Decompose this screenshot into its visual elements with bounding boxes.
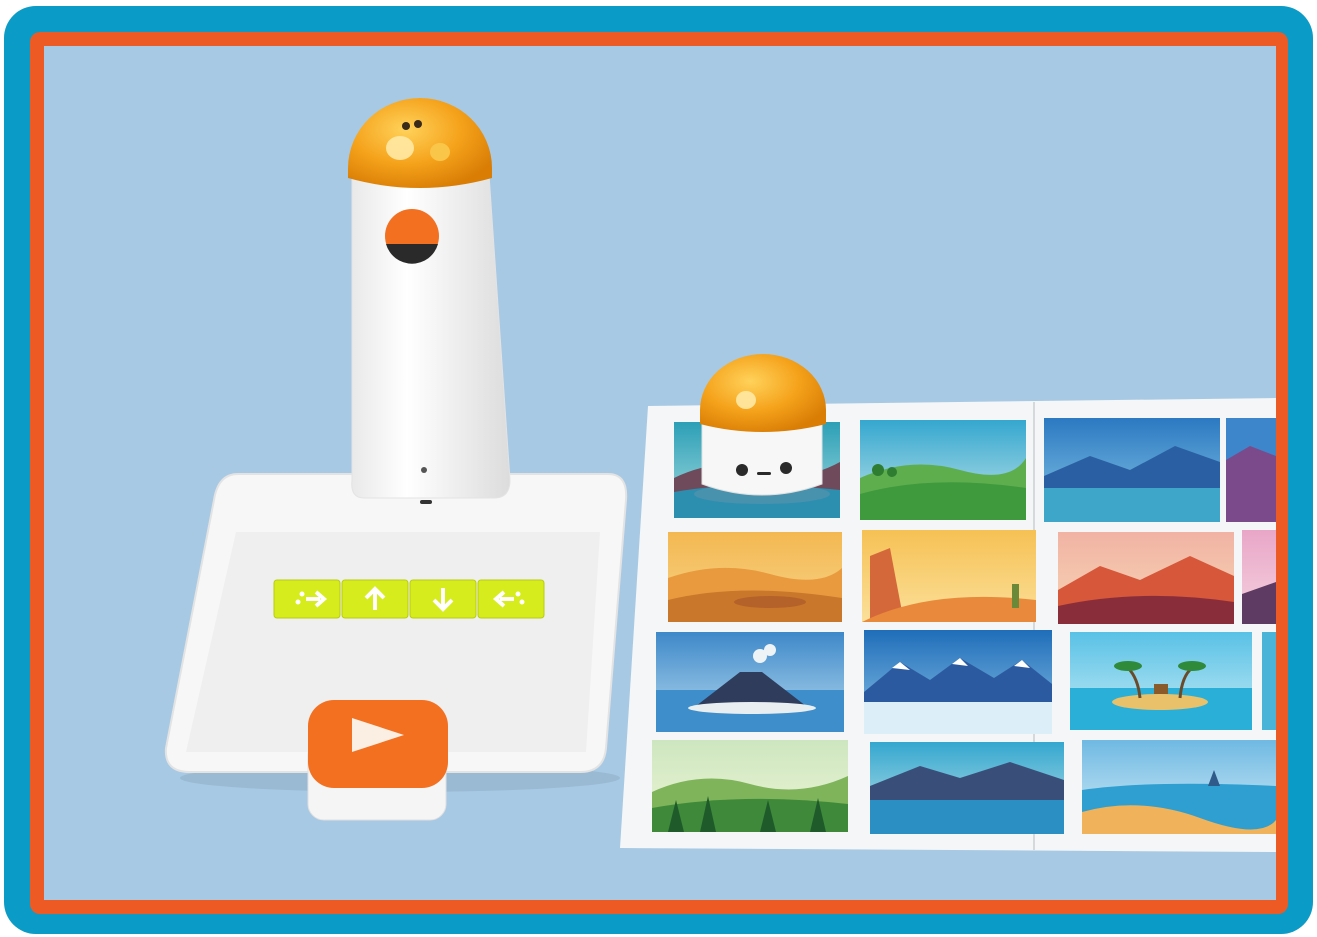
card-lake-mountains (1044, 418, 1220, 522)
robot-tower (348, 98, 511, 504)
card-mountain-lake (870, 742, 1064, 834)
card-beach (1082, 740, 1276, 834)
mini-robot-eye-right (780, 462, 792, 474)
card-volcano-island (656, 632, 844, 732)
mini-robot-eye-left (736, 464, 748, 476)
play-button (307, 700, 448, 821)
card-snowy-mountains (864, 630, 1052, 734)
product-photo (4, 6, 1313, 934)
card-palm-island (1070, 632, 1252, 730)
card-green-hills (860, 420, 1026, 520)
card-pink-sky (1242, 530, 1276, 624)
card-desert-dunes (668, 532, 842, 622)
card-sunset-hills (1058, 532, 1234, 624)
card-canyon-cactus (862, 530, 1036, 622)
mini-robot (694, 354, 830, 504)
card-mountains (1226, 418, 1276, 522)
mini-robot-mouth (757, 472, 771, 475)
card-sea (1262, 632, 1276, 730)
card-pine-forest (652, 740, 848, 832)
photo-frame (0, 0, 1317, 937)
